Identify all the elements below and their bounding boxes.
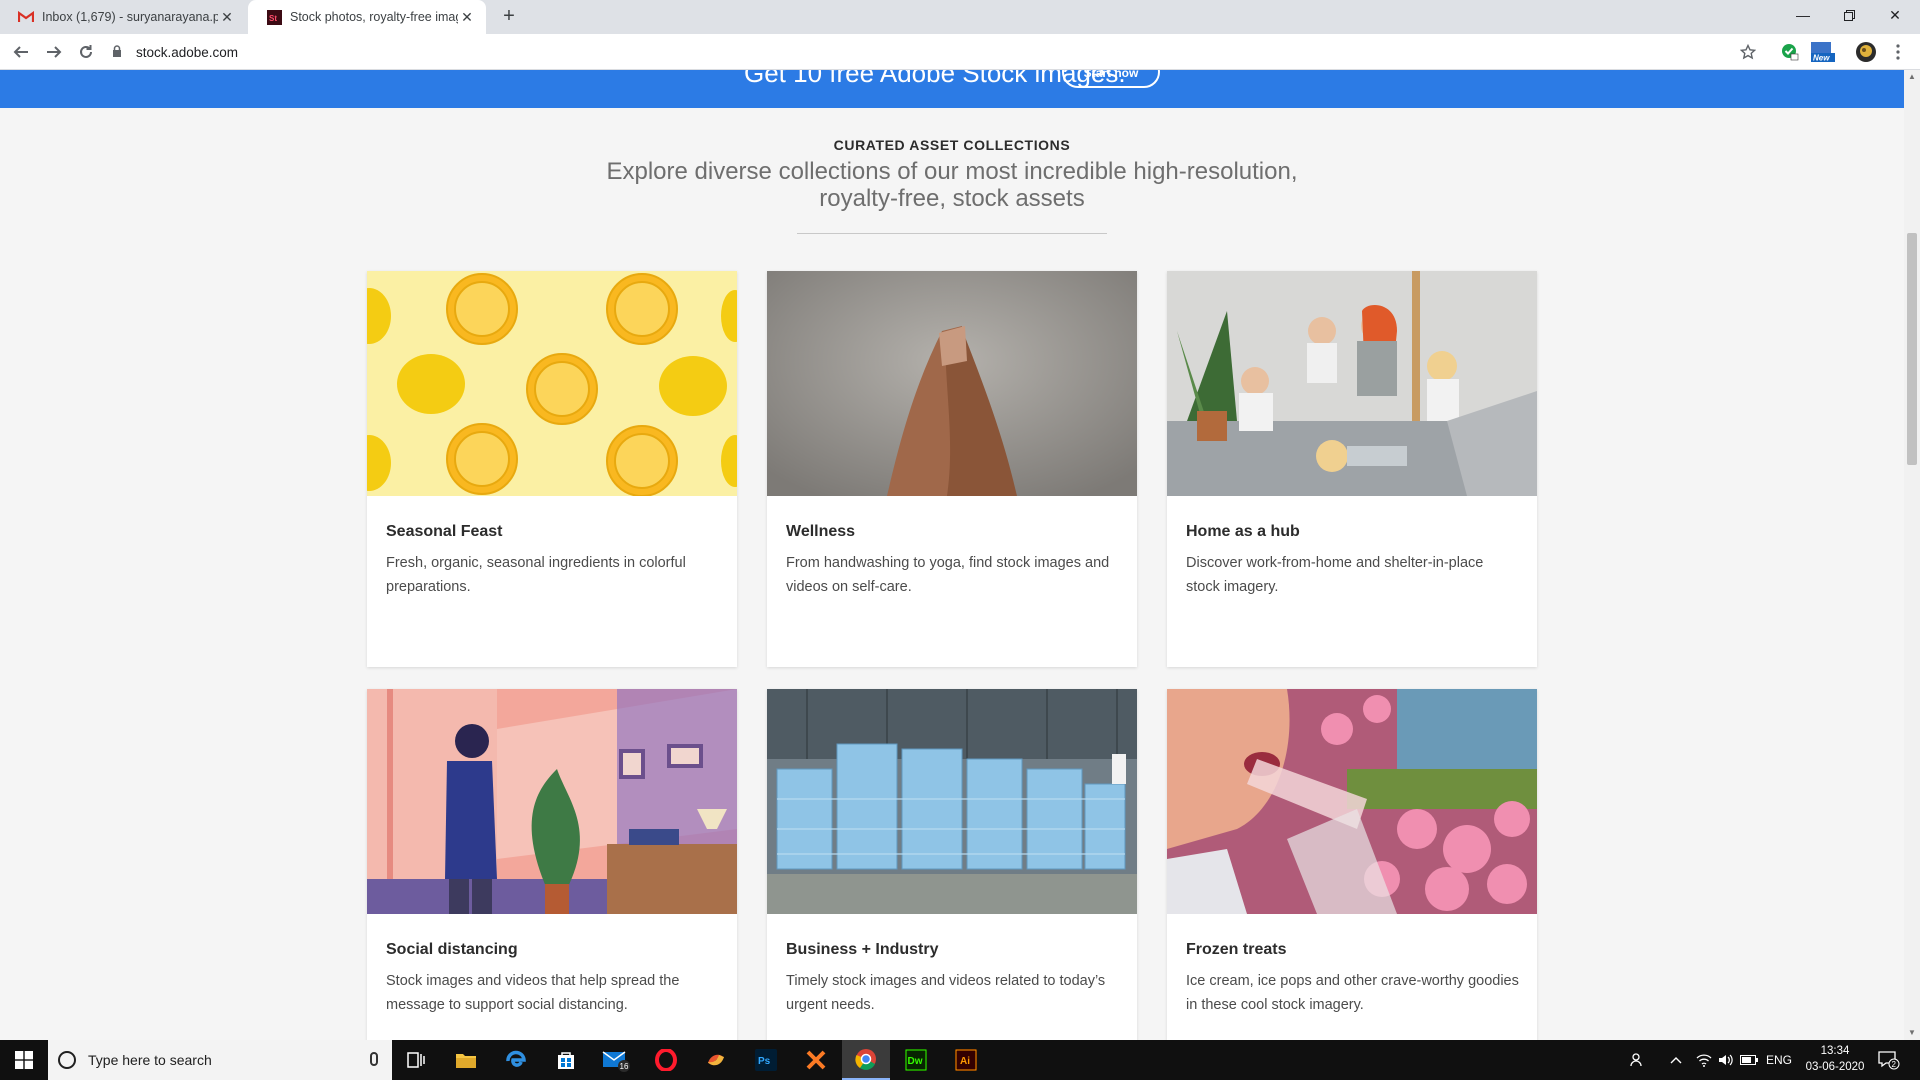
card-description: Ice cream, ice pops and other crave-wort… — [1186, 973, 1519, 1013]
notification-center-icon[interactable]: 2 — [1878, 1040, 1900, 1080]
tab-title: Inbox (1,679) - suryanarayana.po — [42, 10, 218, 24]
collection-card-social-distancing[interactable]: Social distancing Stock images and video… — [367, 689, 737, 1040]
close-tab-icon[interactable]: ✕ — [458, 9, 476, 26]
tab-gmail[interactable]: Inbox (1,679) - suryanarayana.po ✕ — [0, 0, 246, 34]
svg-text:St: St — [269, 14, 277, 23]
gmail-icon — [18, 9, 34, 25]
language-indicator[interactable]: ENG — [1766, 1040, 1792, 1080]
microphone-icon[interactable] — [370, 1052, 378, 1066]
card-title: Home as a hub — [1186, 523, 1300, 540]
minimize-icon[interactable]: — — [1780, 0, 1826, 30]
windows-start-icon[interactable] — [0, 1040, 48, 1080]
card-image-warehouse — [767, 689, 1137, 914]
card-description: Stock images and videos that help spread… — [386, 973, 680, 1013]
photoshop-icon[interactable]: Ps — [742, 1040, 790, 1080]
section-subtitle: Explore diverse collections of our most … — [606, 158, 1298, 212]
people-icon[interactable] — [1630, 1040, 1646, 1080]
tab-title: Stock photos, royalty-free image — [290, 10, 458, 24]
system-clock[interactable]: 13:34 03-06-2020 — [1800, 1043, 1870, 1075]
extension-new-badge: New — [1813, 54, 1830, 63]
card-title: Business + Industry — [786, 941, 939, 958]
lock-icon — [112, 44, 126, 60]
extension-new-icon[interactable]: New — [1808, 40, 1836, 64]
svg-text:Dw: Dw — [908, 1056, 923, 1067]
card-description: Fresh, organic, seasonal ingredients in … — [386, 555, 686, 595]
app-swirl-icon[interactable] — [692, 1040, 740, 1080]
collection-card-seasonal-feast[interactable]: Seasonal Feast Fresh, organic, seasonal … — [367, 271, 737, 667]
taskbar-search-box[interactable]: Type here to search — [48, 1040, 392, 1080]
clock-time: 13:34 — [1820, 1045, 1850, 1057]
windows-taskbar: Type here to search 16 Ps Dw Ai ENG 13:3… — [0, 1040, 1920, 1080]
kebab-menu-icon[interactable] — [1886, 40, 1910, 64]
xampp-icon[interactable] — [792, 1040, 840, 1080]
shield-extension-icon[interactable] — [1778, 40, 1802, 64]
card-image-handwashing — [767, 271, 1137, 496]
card-image-lemons — [367, 271, 737, 496]
collection-card-home-as-a-hub[interactable]: Home as a hub Discover work-from-home an… — [1167, 271, 1537, 667]
opera-icon[interactable] — [642, 1040, 690, 1080]
close-window-icon[interactable]: ✕ — [1872, 0, 1918, 30]
close-tab-icon[interactable]: ✕ — [218, 9, 236, 26]
forward-arrow-icon[interactable] — [42, 40, 66, 64]
new-tab-button[interactable]: + — [498, 6, 520, 28]
profile-avatar[interactable] — [1854, 40, 1878, 64]
file-explorer-icon[interactable] — [442, 1040, 490, 1080]
illustrator-icon[interactable]: Ai — [942, 1040, 990, 1080]
page-scrollbar[interactable]: ▲ ▼ — [1904, 70, 1920, 1040]
cortana-icon — [58, 1051, 76, 1069]
volume-icon[interactable] — [1718, 1040, 1734, 1080]
notification-count: 2 — [1892, 1060, 1897, 1069]
address-bar[interactable]: stock.adobe.com — [112, 39, 1752, 65]
clock-date: 03-06-2020 — [1805, 1061, 1865, 1073]
collection-card-wellness[interactable]: Wellness From handwashing to yoga, find … — [767, 271, 1137, 667]
tab-adobe-stock[interactable]: St Stock photos, royalty-free image ✕ — [248, 0, 486, 34]
collection-card-frozen-treats[interactable]: Frozen treats Ice cream, ice pops and ot… — [1167, 689, 1537, 1040]
back-arrow-icon[interactable] — [9, 40, 33, 64]
card-description: From handwashing to yoga, find stock ima… — [786, 555, 1110, 595]
restore-icon[interactable] — [1826, 0, 1872, 30]
card-title: Seasonal Feast — [386, 523, 503, 540]
section-divider — [797, 233, 1107, 234]
card-image-family — [1167, 271, 1537, 496]
adobe-stock-icon: St — [266, 9, 282, 25]
search-placeholder: Type here to search — [88, 1052, 212, 1068]
browser-toolbar: stock.adobe.com New — [0, 34, 1920, 70]
page-viewport: Get 10 free Adobe Stock images. Start no… — [0, 70, 1904, 1040]
edge-browser-icon[interactable] — [492, 1040, 540, 1080]
reload-icon[interactable] — [74, 40, 98, 64]
svg-text:Ai: Ai — [960, 1056, 970, 1067]
collection-card-business-industry[interactable]: Business + Industry Timely stock images … — [767, 689, 1137, 1040]
scrollbar-thumb[interactable] — [1907, 233, 1917, 465]
chrome-icon[interactable] — [842, 1040, 890, 1080]
card-description: Timely stock images and videos related t… — [786, 973, 1106, 1013]
show-hidden-icons-chevron-icon[interactable] — [1670, 1040, 1682, 1080]
scroll-up-arrow-icon[interactable]: ▲ — [1904, 70, 1920, 84]
section-eyebrow: CURATED ASSET COLLECTIONS — [833, 137, 1071, 153]
task-view-icon[interactable] — [392, 1040, 440, 1080]
wifi-icon[interactable] — [1696, 1040, 1712, 1080]
card-image-ice-pop — [1167, 689, 1537, 914]
bookmark-star-icon[interactable] — [1736, 40, 1760, 64]
mail-icon[interactable]: 16 — [592, 1040, 640, 1080]
card-description: Discover work-from-home and shelter-in-p… — [1186, 555, 1484, 595]
dreamweaver-icon[interactable]: Dw — [892, 1040, 940, 1080]
url-text: stock.adobe.com — [136, 44, 239, 60]
browser-tab-strip: Inbox (1,679) - suryanarayana.po ✕ St St… — [0, 0, 1920, 34]
promo-banner: Get 10 free Adobe Stock images. Start no… — [0, 70, 1904, 108]
store-icon[interactable] — [542, 1040, 590, 1080]
card-title: Frozen treats — [1186, 941, 1287, 958]
card-title: Social distancing — [386, 941, 518, 958]
card-image-illustration-window — [367, 689, 737, 914]
scroll-down-arrow-icon[interactable]: ▼ — [1904, 1026, 1920, 1040]
svg-text:Ps: Ps — [758, 1056, 771, 1067]
card-title: Wellness — [786, 523, 856, 540]
mail-badge: 16 — [620, 1062, 629, 1071]
battery-icon[interactable] — [1740, 1040, 1758, 1080]
promo-start-button[interactable]: Start now — [1062, 70, 1160, 88]
